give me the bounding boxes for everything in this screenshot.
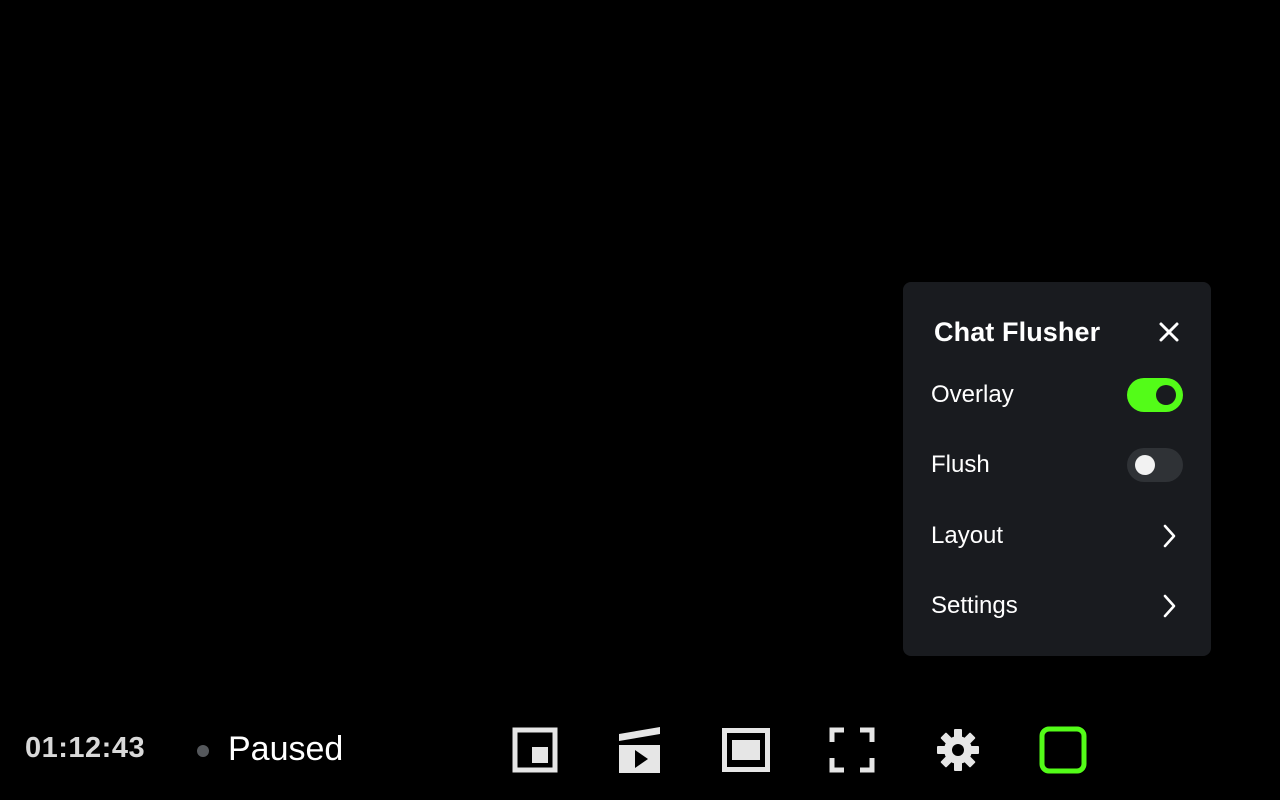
playback-status: Paused xyxy=(228,730,344,768)
toggle-knob xyxy=(1135,455,1155,475)
theater-mode-icon xyxy=(722,728,770,772)
settings-button[interactable] xyxy=(933,725,983,775)
overlay-row[interactable]: Overlay xyxy=(931,375,1183,415)
overlay-toggle[interactable] xyxy=(1127,378,1183,412)
chevron-right-icon xyxy=(1163,524,1176,548)
settings-chevron xyxy=(1155,592,1183,620)
flush-label: Flush xyxy=(931,451,990,478)
gear-icon xyxy=(937,729,979,771)
chat-flusher-icon xyxy=(1039,726,1087,774)
overlay-label: Overlay xyxy=(931,381,1014,408)
settings-label: Settings xyxy=(931,592,1018,619)
player-control-bar: 01:12:43 Paused xyxy=(0,720,1280,782)
settings-row[interactable]: Settings xyxy=(931,586,1183,626)
clip-icon xyxy=(619,727,660,773)
chat-flusher-panel: Chat Flusher Overlay Flush Layout Settin… xyxy=(903,282,1211,656)
layout-chevron xyxy=(1155,522,1183,550)
layout-label: Layout xyxy=(931,522,1004,549)
close-icon xyxy=(1159,322,1179,342)
flush-toggle[interactable] xyxy=(1127,448,1183,482)
panel-title: Chat Flusher xyxy=(934,316,1101,347)
panel-header: Chat Flusher xyxy=(934,312,1183,352)
flush-row[interactable]: Flush xyxy=(931,445,1183,485)
layout-row[interactable]: Layout xyxy=(931,516,1183,556)
playback-time: 01:12:43 xyxy=(25,732,146,764)
fullscreen-icon xyxy=(829,727,875,773)
close-button[interactable] xyxy=(1155,318,1183,346)
chat-flusher-button[interactable] xyxy=(1038,725,1088,775)
status-dot xyxy=(197,745,209,757)
theater-mode-button[interactable] xyxy=(721,725,771,775)
video-player[interactable]: Chat Flusher Overlay Flush Layout Settin… xyxy=(0,0,1280,800)
clip-button[interactable] xyxy=(615,725,665,775)
picture-in-picture-button[interactable] xyxy=(510,725,560,775)
chevron-right-icon xyxy=(1163,594,1176,618)
fullscreen-button[interactable] xyxy=(827,725,877,775)
toggle-knob xyxy=(1156,385,1176,405)
picture-in-picture-icon xyxy=(512,727,558,773)
